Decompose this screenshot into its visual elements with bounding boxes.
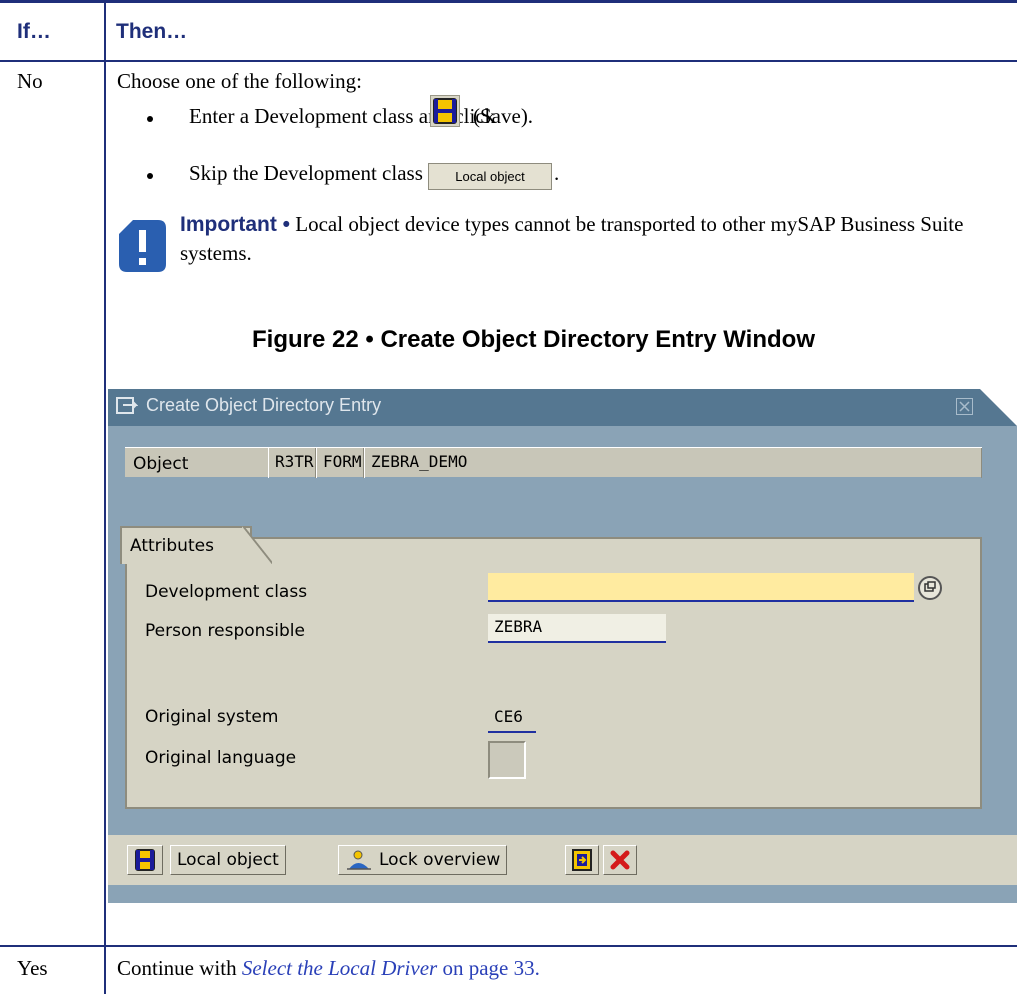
- object-row: Object R3TR FORM ZEBRA_DEMO: [125, 447, 982, 478]
- original-system-field: CE6: [488, 704, 536, 733]
- person-responsible-label: Person responsible: [145, 621, 305, 641]
- col-header-then: Then…: [116, 20, 188, 43]
- important-text: Local object device types cannot be tran…: [180, 212, 964, 265]
- document-link-icon: [572, 849, 592, 871]
- cancel-button[interactable]: [603, 845, 637, 875]
- attributes-tab: Attributes: [120, 526, 272, 564]
- header-bottom-rule: [0, 60, 1017, 62]
- row-yes-if: Yes: [17, 956, 48, 980]
- row-yes-text-before: Continue with: [117, 956, 237, 980]
- lock-overview-button[interactable]: Lock overview: [338, 845, 508, 875]
- important-icon: [117, 218, 168, 274]
- local-object-button[interactable]: Local object: [170, 845, 286, 875]
- window-icon: [116, 397, 138, 414]
- create-object-directory-dialog: Create Object Directory Entry Object R3T…: [108, 389, 1017, 903]
- bullet: [147, 173, 153, 179]
- object-name: ZEBRA_DEMO: [364, 448, 982, 478]
- save-icon: [135, 849, 155, 871]
- save-icon: [430, 95, 460, 127]
- original-language-label: Original language: [145, 748, 297, 768]
- lock-overview-label: Lock overview: [379, 850, 501, 870]
- row-separator: [0, 945, 1017, 947]
- page-ref[interactable]: on page 33.: [442, 956, 539, 980]
- important-note: Important • Local object device types ca…: [180, 210, 990, 268]
- dialog-titlebar: Create Object Directory Entry: [108, 389, 1017, 426]
- search-help-icon[interactable]: [918, 576, 942, 600]
- bullet: [147, 116, 153, 122]
- local-object-inline-button: Local object: [428, 163, 552, 190]
- object-type: R3TR: [268, 448, 316, 478]
- original-language-field: [488, 741, 526, 779]
- col-header-if: If…: [17, 20, 51, 43]
- row-no-intro: Choose one of the following:: [117, 69, 362, 93]
- bullet1-after: (Save).: [473, 104, 534, 128]
- row-yes-text: Continue with Select the Local Driver on…: [117, 956, 540, 981]
- select-local-driver-link[interactable]: Select the Local Driver: [242, 956, 437, 980]
- cancel-icon: [610, 850, 630, 870]
- dialog-title: Create Object Directory Entry: [146, 395, 382, 415]
- bullet2-after: .: [554, 161, 560, 185]
- object-kind: FORM: [316, 448, 364, 478]
- save-button[interactable]: [127, 845, 163, 875]
- person-responsible-field[interactable]: ZEBRA: [488, 614, 666, 643]
- row-no-if: No: [17, 69, 43, 93]
- where-used-button[interactable]: [565, 845, 599, 875]
- table-top-rule: [0, 0, 1017, 3]
- original-system-label: Original system: [145, 707, 279, 727]
- column-divider: [104, 0, 106, 994]
- people-icon: [347, 850, 371, 870]
- figure-caption: Figure 22 • Create Object Directory Entr…: [252, 326, 815, 353]
- important-label: Important •: [180, 213, 291, 236]
- dialog-toolbar: Local object Lock overview: [108, 835, 1017, 885]
- development-class-label: Development class: [145, 582, 308, 602]
- object-label: Object: [133, 454, 189, 474]
- close-icon[interactable]: [956, 398, 973, 415]
- development-class-field[interactable]: [488, 573, 914, 602]
